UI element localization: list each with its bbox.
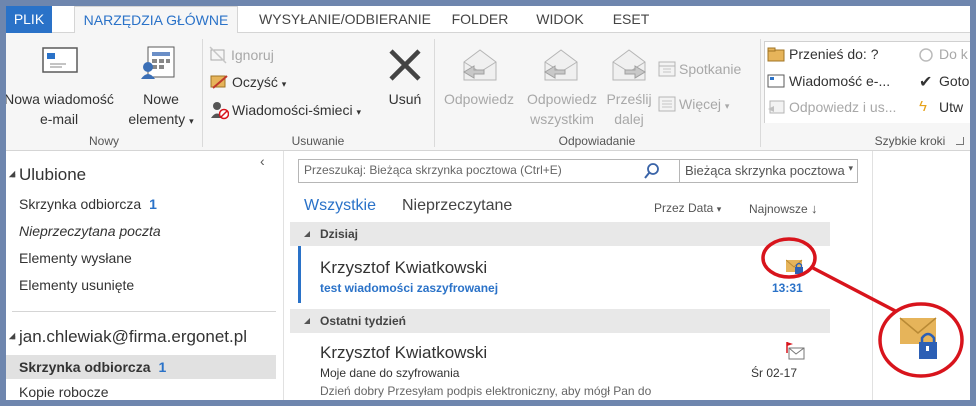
annotation-overlay	[761, 237, 964, 378]
